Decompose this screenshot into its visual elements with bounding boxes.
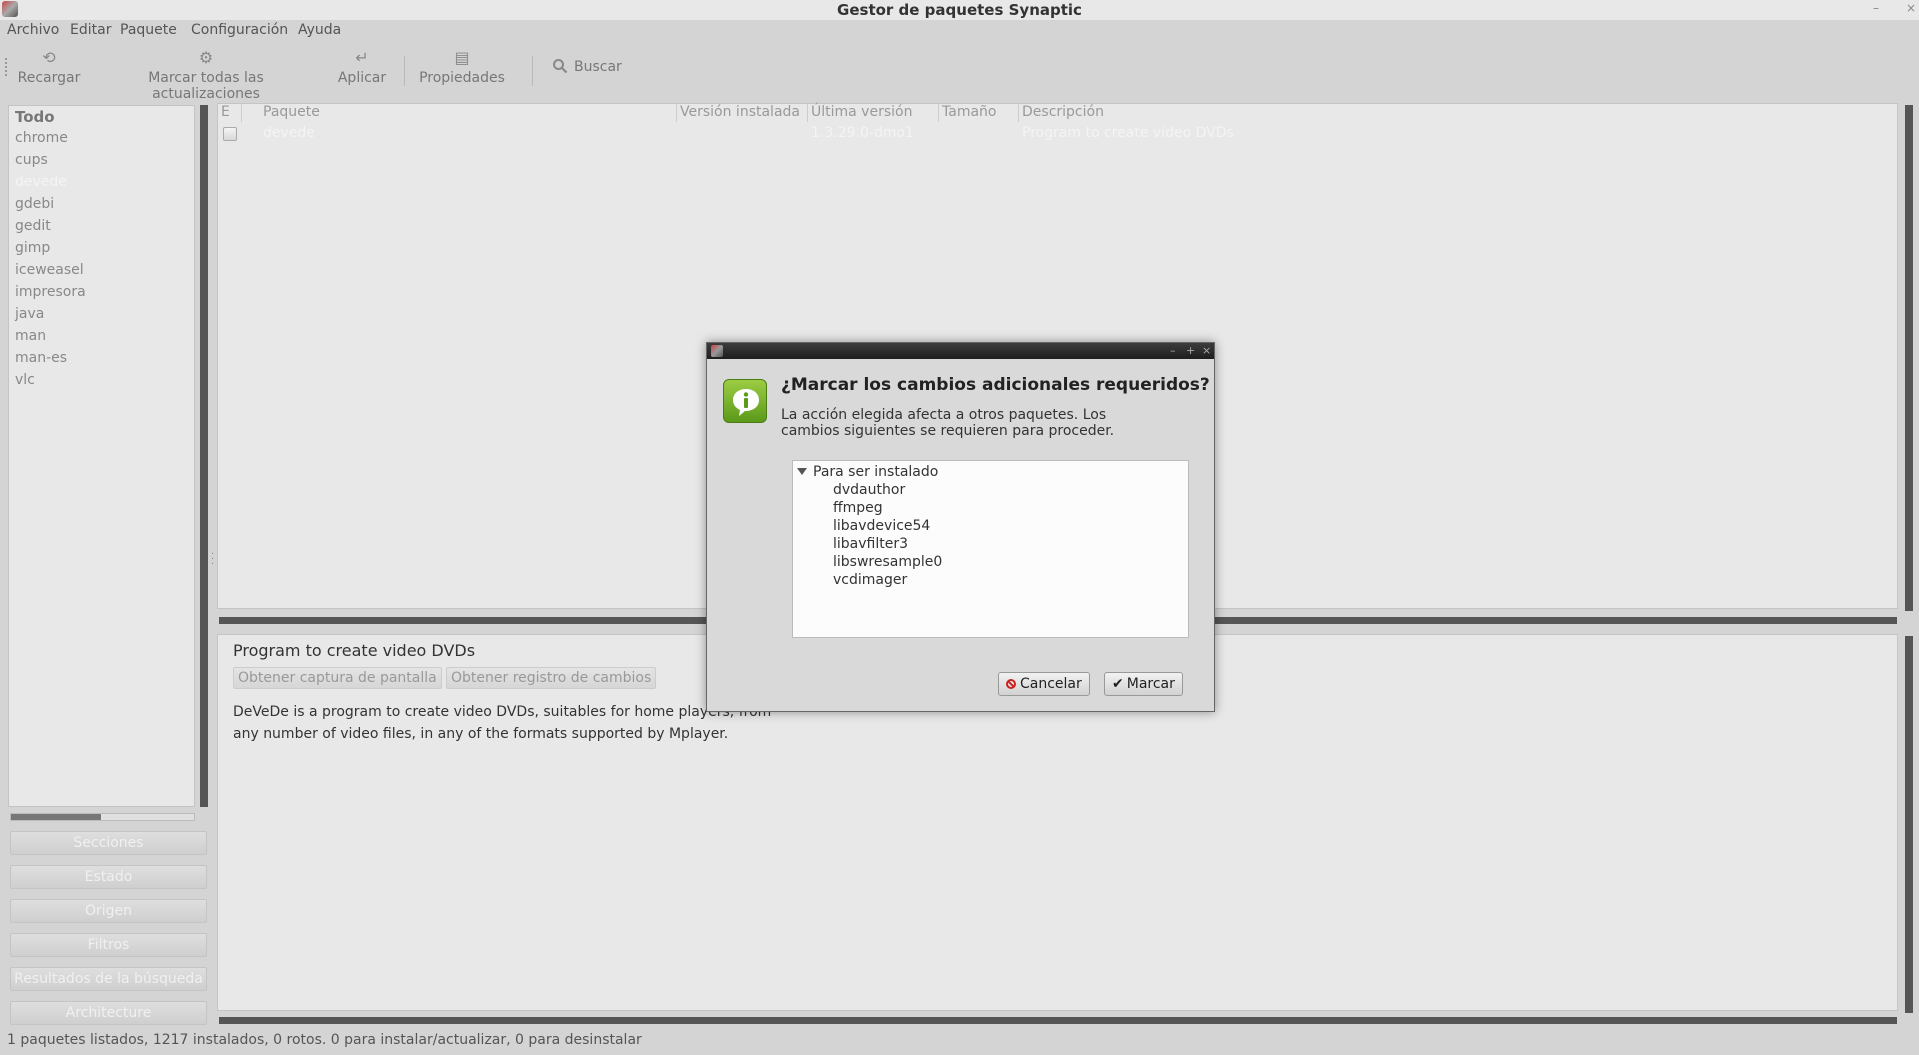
filter-item-man-es[interactable]: man-es xyxy=(15,350,67,366)
dialog-title-bar[interactable]: – + × xyxy=(707,343,1214,359)
column-header-size[interactable]: Tamaño xyxy=(939,104,1019,122)
package-description: Program to create video DVDs xyxy=(1022,125,1234,141)
filter-horizontal-scrollbar[interactable] xyxy=(10,813,195,821)
window-title: Gestor de paquetes Synaptic xyxy=(837,1,1082,19)
dialog-app-icon xyxy=(711,345,723,357)
details-horizontal-scrollbar[interactable] xyxy=(219,1017,1897,1024)
sections-button[interactable]: Secciones xyxy=(10,831,207,855)
reload-label: Recargar xyxy=(17,70,81,86)
toolbar-grip[interactable] xyxy=(5,58,8,76)
mark-button[interactable]: ✔ Marcar xyxy=(1104,672,1183,696)
package-name: devede xyxy=(263,125,315,141)
properties-button[interactable]: ▤ Propiedades xyxy=(418,48,506,86)
list-item[interactable]: ffmpeg xyxy=(833,500,883,516)
toolbar-separator xyxy=(532,56,533,86)
details-vertical-scrollbar[interactable] xyxy=(1905,636,1913,1013)
properties-icon: ▤ xyxy=(454,48,470,67)
package-checkbox[interactable] xyxy=(223,127,237,141)
tree-node-to-install[interactable]: Para ser instalado xyxy=(797,464,938,480)
reload-button[interactable]: ⟲ Recargar xyxy=(16,48,82,86)
mark-changes-dialog: – + × ¿Marcar los cambios adicionales re… xyxy=(706,342,1215,712)
search-results-button[interactable]: Resultados de la búsqueda xyxy=(10,967,207,991)
checkmark-icon: ✔ xyxy=(1112,676,1124,692)
table-row[interactable]: devede 1.3.29.0-dmo1 Program to create v… xyxy=(218,124,1898,144)
status-button[interactable]: Estado xyxy=(10,865,207,889)
filter-item-impresora[interactable]: impresora xyxy=(15,284,86,300)
filter-item-iceweasel[interactable]: iceweasel xyxy=(15,262,84,278)
filter-item-java[interactable]: java xyxy=(15,306,44,322)
filter-item-man[interactable]: man xyxy=(15,328,46,344)
dialog-message: La acción elegida afecta a otros paquete… xyxy=(781,407,1115,439)
filter-item-cups[interactable]: cups xyxy=(15,152,48,168)
gear-icon: ⚙ xyxy=(198,48,214,67)
cancel-button[interactable]: Cancelar xyxy=(998,672,1090,696)
details-title: Program to create video DVDs xyxy=(233,641,476,660)
reload-icon: ⟲ xyxy=(42,48,56,67)
info-icon xyxy=(723,379,767,423)
filter-item-chrome[interactable]: chrome xyxy=(15,130,68,146)
status-bar: 1 paquetes listados, 1217 instalados, 0 … xyxy=(7,1032,642,1048)
latest-version: 1.3.29.0-dmo1 xyxy=(811,125,914,141)
origin-button[interactable]: Origen xyxy=(10,899,207,923)
list-item[interactable]: dvdauthor xyxy=(833,482,905,498)
minimize-button[interactable]: – xyxy=(1873,1,1879,15)
expander-icon[interactable] xyxy=(797,468,807,475)
properties-label: Propiedades xyxy=(419,70,505,86)
cancel-label: Cancelar xyxy=(1020,676,1082,692)
search-icon xyxy=(553,59,568,74)
list-item[interactable]: libavdevice54 xyxy=(833,518,930,534)
mark-label: Marcar xyxy=(1126,676,1175,692)
filter-item-gdebi[interactable]: gdebi xyxy=(15,196,54,212)
column-header-package[interactable]: Paquete xyxy=(260,104,677,122)
close-button[interactable]: × xyxy=(1906,1,1916,15)
mark-all-upgrades-button[interactable]: ⚙ Marcar todas las actualizaciones xyxy=(93,48,319,102)
dialog-minimize-button[interactable]: – xyxy=(1170,343,1176,358)
search-label: Buscar xyxy=(574,59,622,75)
list-item[interactable]: libswresample0 xyxy=(833,554,942,570)
architecture-button[interactable]: Architecture xyxy=(10,1001,207,1025)
menu-configuracion[interactable]: Configuración xyxy=(191,22,288,38)
mark-all-label: Marcar todas las actualizaciones xyxy=(148,70,264,102)
filter-item-gedit[interactable]: gedit xyxy=(15,218,51,234)
get-screenshot-button[interactable]: Obtener captura de pantalla xyxy=(233,667,442,689)
dialog-maximize-button[interactable]: + xyxy=(1186,343,1195,358)
filter-item-todo[interactable]: Todo xyxy=(15,108,55,126)
changes-tree[interactable]: Para ser instalado dvdauthor ffmpeg liba… xyxy=(792,460,1189,638)
filter-scroll-thumb[interactable] xyxy=(11,814,101,820)
dialog-close-button[interactable]: × xyxy=(1202,343,1211,358)
tree-node-label: Para ser instalado xyxy=(813,464,939,480)
cancel-icon xyxy=(1006,679,1016,689)
toolbar: ⟲ Recargar ⚙ Marcar todas las actualizac… xyxy=(0,42,1919,102)
filter-list[interactable]: Todo chrome cups devede gdebi gedit gimp… xyxy=(8,105,195,807)
column-header-latest-version[interactable]: Última versión xyxy=(808,104,939,122)
list-item[interactable]: vcdimager xyxy=(833,572,907,588)
column-header-status[interactable]: E xyxy=(218,104,242,122)
get-changelog-button[interactable]: Obtener registro de cambios xyxy=(446,667,657,689)
pane-splitter[interactable]: · · · xyxy=(211,550,214,570)
menu-paquete[interactable]: Paquete xyxy=(120,22,177,38)
column-header-description[interactable]: Descripción xyxy=(1019,104,1898,122)
menu-bar: Archivo Editar Paquete Configuración Ayu… xyxy=(0,20,1919,42)
column-header-installed-version[interactable]: Versión instalada xyxy=(677,104,808,122)
list-item[interactable]: libavfilter3 xyxy=(833,536,908,552)
filter-item-gimp[interactable]: gimp xyxy=(15,240,50,256)
filter-item-devede[interactable]: devede xyxy=(15,174,67,190)
filters-button[interactable]: Filtros xyxy=(10,933,207,957)
menu-editar[interactable]: Editar xyxy=(70,22,111,38)
apply-label: Aplicar xyxy=(337,70,387,86)
apply-button[interactable]: ↵ Aplicar xyxy=(334,48,390,86)
title-bar: Gestor de paquetes Synaptic – × xyxy=(0,0,1919,20)
filter-vertical-scrollbar[interactable] xyxy=(200,105,208,807)
dialog-heading: ¿Marcar los cambios adicionales requerid… xyxy=(781,375,1210,395)
menu-archivo[interactable]: Archivo xyxy=(7,22,59,38)
toolbar-separator xyxy=(404,56,405,86)
filter-item-vlc[interactable]: vlc xyxy=(15,372,35,388)
menu-ayuda[interactable]: Ayuda xyxy=(298,22,341,38)
search-button[interactable]: Buscar xyxy=(552,58,622,75)
package-list-vertical-scrollbar[interactable] xyxy=(1905,105,1913,611)
apply-icon: ↵ xyxy=(355,48,369,67)
